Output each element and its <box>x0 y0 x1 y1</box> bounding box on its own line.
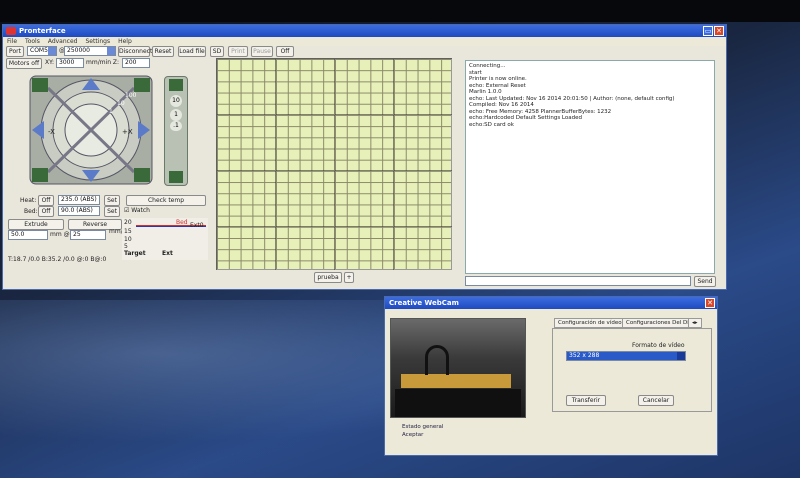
home-z-icon[interactable] <box>134 168 150 182</box>
check-temp-button[interactable]: Check temp <box>126 195 206 206</box>
z-label: mm/min Z: <box>86 59 120 66</box>
format-label: Formato de vídeo <box>632 342 685 349</box>
x-plus-label: +X <box>122 128 133 136</box>
status-accept-label: Aceptar <box>402 432 424 438</box>
send-gcode-button[interactable]: prueba <box>314 272 342 283</box>
graph-label-20: 20 <box>124 219 132 226</box>
menu-file[interactable]: File <box>7 37 17 46</box>
extrude-button[interactable]: Extrude <box>8 219 64 230</box>
print-bed-major-grid <box>216 58 452 270</box>
graph-label-10: 10 <box>124 236 132 243</box>
transfer-button[interactable]: Transferir <box>566 395 606 406</box>
webcam-titlebar: Creative WebCam ✕ <box>385 297 717 309</box>
webcam-title: Creative WebCam <box>389 299 459 307</box>
tab-video-settings[interactable]: Configuración de vídeo <box>554 318 626 328</box>
app-icon <box>6 27 16 35</box>
load-file-button[interactable]: Load file <box>178 46 206 57</box>
baud-select[interactable]: 250000 <box>64 46 116 56</box>
z-ring-10[interactable]: 10 <box>170 95 182 107</box>
heat-set-button[interactable]: Set <box>104 195 120 206</box>
cancel-button[interactable]: Cancelar <box>638 395 674 406</box>
z-jog-control[interactable]: 10 1 .1 <box>164 76 188 186</box>
home-x-icon[interactable] <box>32 78 48 92</box>
z-up-arrow-icon[interactable] <box>169 79 183 91</box>
printer-base <box>395 389 521 417</box>
z-ring-01[interactable]: .1 <box>170 121 182 131</box>
home-y-icon[interactable] <box>134 78 150 92</box>
x-minus-label: -X <box>48 128 55 136</box>
xy-jog-control[interactable]: -X +X 100 10 1 <box>28 74 154 186</box>
disconnect-button[interactable]: Disconnect <box>118 46 152 57</box>
extrude-speed-input[interactable]: 25 <box>70 230 106 240</box>
console-send-button[interactable]: Send <box>694 276 716 287</box>
graph-ext0-label: Ext0 <box>190 222 204 229</box>
heat-off-button[interactable]: Off <box>38 195 54 206</box>
menu-tools[interactable]: Tools <box>25 37 40 46</box>
menu-help[interactable]: Help <box>118 37 132 46</box>
heat-label: Heat: <box>20 197 37 204</box>
tab-scroll-arrows[interactable]: ◂▸ <box>688 318 702 328</box>
print-button[interactable]: Print <box>228 46 248 57</box>
graph-target-label: Target <box>124 250 146 257</box>
add-button[interactable]: + <box>344 272 354 283</box>
motors-off-button[interactable]: Motors off <box>6 58 42 69</box>
bed-label: Bed: <box>24 208 38 215</box>
z-feedrate-input[interactable]: 200 <box>122 58 150 68</box>
tab-device-settings[interactable]: Configuraciones Del Dis <box>622 318 696 328</box>
extrude-length-input[interactable]: 50.0 <box>8 230 48 240</box>
graph-label-15: 15 <box>124 228 132 235</box>
xy-feedrate-input[interactable]: 3000 <box>56 58 84 68</box>
menubar: File Tools Advanced Settings Help <box>3 37 726 46</box>
status-general-label: Estado general <box>402 424 444 430</box>
restore-button[interactable]: ▭ <box>703 26 713 36</box>
bed-off-button[interactable]: Off <box>38 206 54 217</box>
bed-set-button[interactable]: Set <box>104 206 120 217</box>
webcam-preview-image <box>390 318 526 418</box>
printer-cable <box>425 345 449 375</box>
close-button[interactable]: ✕ <box>714 26 724 36</box>
z-ring-1[interactable]: 1 <box>170 109 182 121</box>
xy-label: XY: <box>45 59 54 66</box>
graph-ext-label: Ext <box>162 250 173 257</box>
graph-bed-label: Bed <box>176 219 188 226</box>
format-select[interactable]: 352 x 288 <box>566 351 686 361</box>
titlebar: Pronterface ▭ ✕ <box>3 25 726 37</box>
webcam-close-button[interactable]: ✕ <box>705 298 715 308</box>
console-log[interactable]: Connecting... start Printer is now onlin… <box>465 60 715 274</box>
port-button[interactable]: Port <box>6 46 24 57</box>
home-all-icon[interactable] <box>32 168 48 182</box>
mm-at-label: mm @ <box>50 231 70 238</box>
menu-advanced[interactable]: Advanced <box>48 37 78 46</box>
console-command-input[interactable] <box>465 276 691 286</box>
graph-label-5: 5 <box>124 243 128 250</box>
window-title: Pronterface <box>19 27 66 35</box>
heat-temp-select[interactable]: 235.0 (ABS) <box>58 195 100 205</box>
temp-graph: 20 15 10 5 Bed Ext0 Target Ext <box>122 218 208 260</box>
menu-settings[interactable]: Settings <box>85 37 110 46</box>
bed-temp-select[interactable]: 90.0 (ABS) <box>58 206 100 216</box>
console-line: echo:SD card ok <box>469 121 514 128</box>
printer-frame <box>401 374 511 388</box>
ring-10-label: 10 <box>117 100 125 107</box>
ring-100-label: 100 <box>125 92 137 99</box>
off-button[interactable]: Off <box>276 46 294 57</box>
status-line: T:18.7 /0.0 B:35.2 /0.0 @:0 B@:0 <box>8 256 107 263</box>
pause-button[interactable]: Pause <box>251 46 273 57</box>
z-down-arrow-icon[interactable] <box>169 171 183 183</box>
port-select[interactable]: COM5 <box>27 46 57 56</box>
units-label: mm/min <box>109 229 134 235</box>
watch-checkbox[interactable]: ☑ Watch <box>124 207 150 214</box>
ring-1-label: 1 <box>109 108 113 115</box>
sd-button[interactable]: SD <box>210 46 224 57</box>
monitor-bezel <box>0 0 800 22</box>
reset-button[interactable]: Reset <box>152 46 174 57</box>
